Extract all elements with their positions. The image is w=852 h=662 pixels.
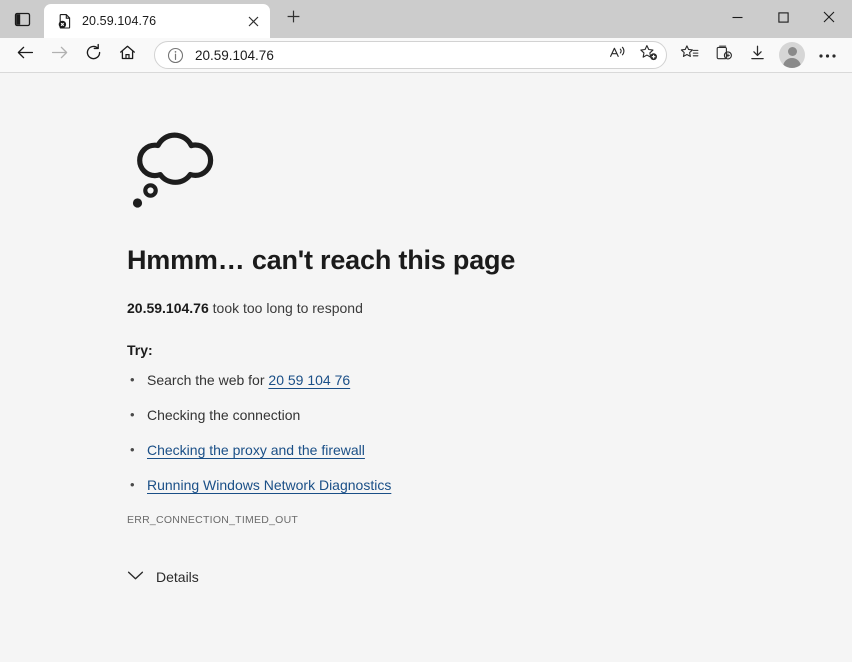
add-favorite-button[interactable]	[634, 43, 662, 67]
arrow-left-icon	[16, 43, 35, 67]
browser-toolbar: 20.59.104.76	[0, 38, 852, 73]
home-button[interactable]	[110, 40, 144, 70]
site-info-icon[interactable]	[163, 43, 187, 67]
details-toggle[interactable]: Details	[127, 568, 297, 586]
collections-button[interactable]	[706, 40, 740, 70]
avatar	[779, 42, 805, 68]
star-plus-icon	[639, 44, 658, 67]
tab-title: 20.59.104.76	[82, 14, 234, 28]
address-bar[interactable]: 20.59.104.76	[154, 41, 667, 69]
vertical-tabs-icon	[14, 11, 31, 28]
address-input[interactable]: 20.59.104.76	[189, 48, 602, 63]
maximize-icon	[778, 10, 789, 28]
window-controls	[714, 0, 852, 38]
suggestion-text: Search the web for	[147, 372, 268, 388]
error-code: ERR_CONNECTION_TIMED_OUT	[127, 514, 852, 526]
error-page: Hmmm… can't reach this page 20.59.104.76…	[0, 73, 852, 661]
refresh-icon	[84, 43, 103, 67]
close-tab-button[interactable]	[242, 10, 264, 32]
profile-button[interactable]	[774, 40, 810, 70]
network-diagnostics-link[interactable]: Running Windows Network Diagnostics	[147, 477, 391, 493]
favorites-button[interactable]	[672, 40, 706, 70]
read-aloud-icon	[609, 44, 627, 66]
plus-icon	[287, 10, 300, 28]
close-icon	[823, 10, 835, 28]
suggestion-text: Checking the connection	[147, 407, 300, 423]
read-aloud-button[interactable]	[604, 43, 632, 67]
thought-bubble-icon	[127, 125, 227, 217]
refresh-button[interactable]	[76, 40, 110, 70]
list-item: Running Windows Network Diagnostics	[127, 477, 852, 494]
list-item: Checking the proxy and the firewall	[127, 442, 852, 459]
settings-and-more-button[interactable]	[810, 40, 844, 70]
chevron-down-icon	[127, 568, 144, 586]
close-window-button[interactable]	[806, 0, 852, 38]
details-label: Details	[156, 569, 199, 585]
back-button[interactable]	[8, 40, 42, 70]
maximize-button[interactable]	[760, 0, 806, 38]
tab-actions-button[interactable]	[0, 0, 44, 38]
error-host: 20.59.104.76	[127, 300, 209, 316]
home-icon	[118, 43, 137, 67]
check-proxy-firewall-link[interactable]: Checking the proxy and the firewall	[147, 442, 365, 458]
list-item: Checking the connection	[127, 407, 852, 424]
minimize-icon	[732, 10, 743, 28]
broken-page-icon	[56, 12, 74, 30]
arrow-right-icon	[50, 43, 69, 67]
suggestion-list: Search the web for 20 59 104 76 Checking…	[127, 372, 852, 494]
forward-button[interactable]	[42, 40, 76, 70]
page-title: Hmmm… can't reach this page	[127, 245, 852, 276]
browser-tab[interactable]: 20.59.104.76	[44, 4, 270, 38]
new-tab-button[interactable]	[276, 2, 310, 36]
error-subtitle: 20.59.104.76 took too long to respond	[127, 300, 852, 316]
try-label: Try:	[127, 342, 852, 358]
error-subtitle-rest: took too long to respond	[209, 300, 363, 316]
collections-icon	[714, 44, 733, 67]
tab-strip: 20.59.104.76	[0, 0, 852, 38]
downloads-button[interactable]	[740, 40, 774, 70]
ellipsis-icon	[818, 46, 837, 64]
search-the-web-link[interactable]: 20 59 104 76	[268, 372, 350, 388]
favorites-star-icon	[680, 44, 699, 67]
download-icon	[748, 44, 767, 67]
minimize-button[interactable]	[714, 0, 760, 38]
list-item: Search the web for 20 59 104 76	[127, 372, 852, 389]
